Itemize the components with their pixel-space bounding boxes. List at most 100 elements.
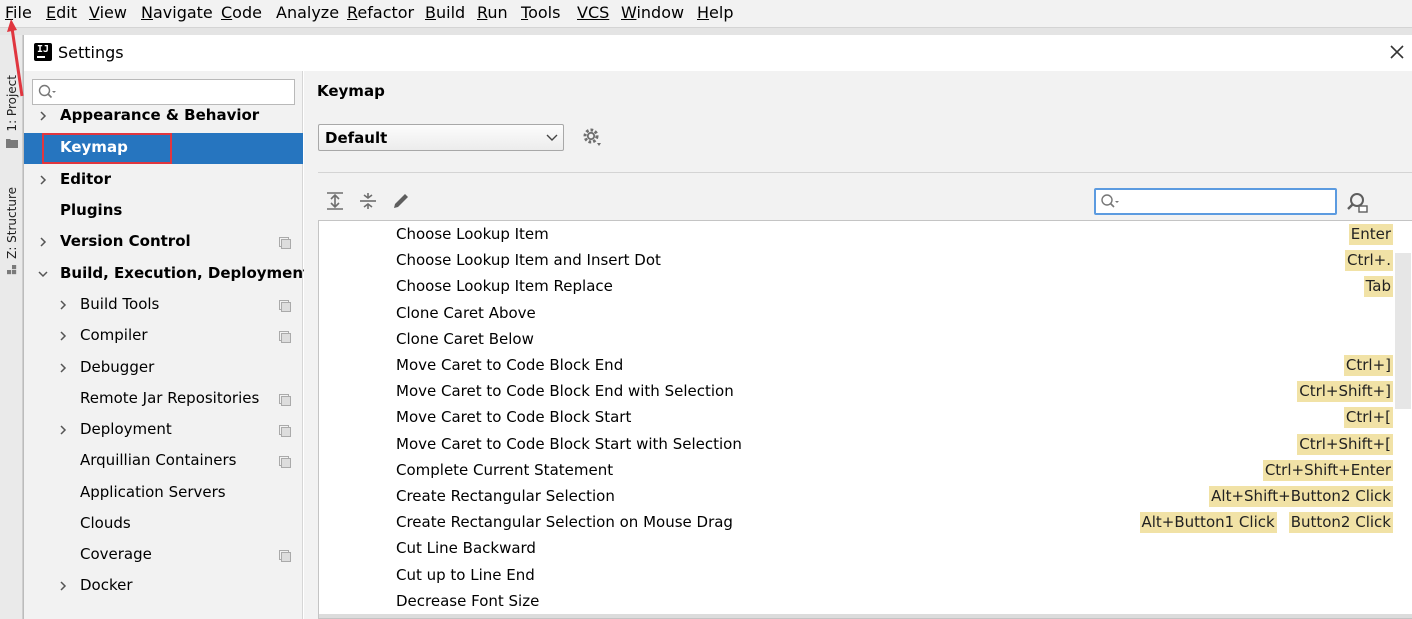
chevron-right-icon[interactable] [58, 331, 68, 341]
find-by-shortcut-icon[interactable] [1345, 190, 1369, 214]
sidebar-item[interactable]: Plugins [24, 196, 303, 227]
project-level-icon [279, 394, 291, 406]
shortcut-list: Alt+Shift+Button2 Click [1209, 486, 1393, 507]
sidebar-item[interactable]: Deployment [24, 415, 303, 446]
project-level-icon [279, 456, 291, 468]
scheme-value: Default [325, 129, 388, 147]
action-search-field[interactable] [1094, 188, 1337, 215]
menu-item[interactable]: Navigate [141, 3, 213, 23]
sidebar-item[interactable]: Build, Execution, Deployment [24, 259, 310, 290]
divider [318, 172, 1412, 173]
chevron-down-icon[interactable] [38, 269, 48, 279]
edit-shortcut-icon[interactable] [390, 190, 412, 212]
project-level-icon [279, 550, 291, 562]
menu-item[interactable]: View [89, 3, 127, 23]
action-search-input[interactable] [1122, 192, 1332, 211]
shortcut-badge: Ctrl+] [1343, 355, 1393, 376]
sidebar-search-input[interactable] [59, 82, 289, 102]
keymap-scheme-select[interactable]: Default [318, 124, 564, 151]
sidebar-item[interactable]: Editor [24, 165, 303, 196]
action-row[interactable]: Move Caret to Code Block Start with Sele… [319, 432, 1412, 458]
chevron-right-icon[interactable] [38, 175, 48, 185]
keymap-panel: Keymap Default Choose Lookup Item Enter … [304, 71, 1412, 619]
menu-item[interactable]: VCS [577, 3, 609, 23]
action-row[interactable]: Choose Lookup Item and Insert Dot Ctrl+. [319, 248, 1412, 274]
sidebar-item[interactable]: Remote Jar Repositories [24, 384, 303, 415]
action-row[interactable]: Complete Current Statement Ctrl+Shift+Ent… [319, 458, 1412, 484]
sidebar-item-label: Arquillian Containers [80, 451, 237, 469]
shortcut-list: Ctrl+Shift+Enter [1262, 459, 1393, 481]
chevron-right-icon[interactable] [38, 111, 48, 121]
menu-item[interactable]: Code [221, 3, 262, 23]
sidebar-item[interactable]: Application Servers [24, 478, 303, 509]
structure-tab-label: Z: Structure [4, 187, 19, 259]
menu-item[interactable]: File [5, 3, 32, 23]
sidebar-item-label: Compiler [80, 326, 148, 344]
chevron-right-icon[interactable] [58, 363, 68, 373]
shortcut-list: Tab [1363, 276, 1393, 298]
action-name: Decrease Font Size [396, 591, 540, 610]
chevron-right-icon[interactable] [58, 581, 68, 591]
action-row[interactable]: Clone Caret Above [319, 301, 1412, 327]
action-row[interactable]: Create Rectangular Selection on Mouse Dr… [319, 510, 1412, 536]
menu-item[interactable]: Tools [521, 3, 560, 23]
action-row[interactable]: Choose Lookup Item Replace Tab [319, 274, 1412, 300]
menu-item[interactable]: Run [477, 3, 508, 23]
action-row[interactable]: Cut up to Line End [319, 563, 1412, 589]
collapse-all-icon[interactable] [357, 190, 379, 212]
horizontal-scrollbar[interactable] [319, 614, 1412, 618]
sidebar-item[interactable]: Docker [24, 571, 303, 602]
sidebar-item[interactable]: Arquillian Containers [24, 446, 303, 477]
action-row[interactable]: Move Caret to Code Block End Ctrl+] [319, 353, 1412, 379]
sidebar-item[interactable]: Appearance & Behavior [24, 101, 303, 132]
shortcut-list: Ctrl+[ [1343, 407, 1393, 429]
sidebar-item[interactable]: Version Control [24, 227, 303, 258]
menu-item[interactable]: Analyze [276, 3, 339, 23]
action-name: Move Caret to Code Block Start [396, 408, 632, 427]
expand-all-icon[interactable] [324, 190, 346, 212]
shortcut-list: Alt+Button1 Click Button2 Click [1139, 512, 1393, 534]
action-row[interactable]: Clone Caret Below [319, 327, 1412, 353]
tool-window-strip: 1: Project Z: Structure [0, 35, 23, 619]
shortcut-badge: Ctrl+Shift+Enter [1262, 459, 1393, 481]
shortcut-list: Ctrl+] [1343, 355, 1393, 376]
menu-item[interactable]: Build [425, 3, 465, 23]
action-name: Cut up to Line End [396, 565, 535, 584]
action-name: Complete Current Statement [396, 460, 614, 479]
action-row[interactable]: Create Rectangular Selection Alt+Shift+Bu… [319, 484, 1412, 510]
settings-sidebar: Appearance & Behavior Keymap Editor Plugins… [24, 71, 310, 619]
sidebar-item[interactable]: Debugger [24, 353, 303, 384]
sidebar-item[interactable]: Build Tools [24, 290, 303, 321]
chevron-right-icon[interactable] [58, 425, 68, 435]
sidebar-item-label: Build, Execution, Deployment [60, 264, 311, 282]
close-icon[interactable] [1388, 43, 1406, 61]
sidebar-item[interactable]: Compiler [24, 321, 303, 352]
menu-item[interactable]: Window [621, 3, 684, 23]
action-row[interactable]: Move Caret to Code Block Start Ctrl+[ [319, 405, 1412, 431]
shortcut-badge: Ctrl+. [1344, 250, 1393, 272]
menu-item[interactable]: Refactor [347, 3, 414, 23]
action-row[interactable]: Choose Lookup Item Enter [319, 222, 1412, 248]
action-row[interactable]: Move Caret to Code Block End with Select… [319, 379, 1412, 405]
gear-icon[interactable] [582, 127, 604, 149]
sidebar-item[interactable]: Coverage [24, 540, 303, 571]
sidebar-item-label: Application Servers [80, 483, 226, 501]
shortcut-badge: Ctrl+[ [1343, 407, 1393, 429]
menu-item[interactable]: Edit [46, 3, 77, 23]
chevron-right-icon[interactable] [38, 237, 48, 247]
structure-tool-tab[interactable]: Z: Structure [0, 187, 23, 275]
action-row[interactable]: Decrease Font Size [319, 589, 1412, 615]
folder-icon [5, 138, 18, 148]
vertical-scrollbar[interactable] [1395, 253, 1411, 409]
dialog-title: Settings [58, 43, 124, 62]
sidebar-item[interactable]: Keymap [24, 133, 303, 164]
project-tool-tab[interactable]: 1: Project [0, 75, 23, 148]
chevron-right-icon[interactable] [58, 300, 68, 310]
chevron-down-icon [546, 134, 558, 141]
action-row[interactable]: Cut Line Backward [319, 536, 1412, 562]
shortcut-badge: Ctrl+Shift+[ [1297, 433, 1393, 455]
shortcut-badge: Enter [1348, 224, 1393, 245]
sidebar-item[interactable]: Clouds [24, 509, 303, 540]
shortcut-list: Ctrl+. [1344, 250, 1393, 272]
menu-item[interactable]: Help [697, 3, 733, 23]
